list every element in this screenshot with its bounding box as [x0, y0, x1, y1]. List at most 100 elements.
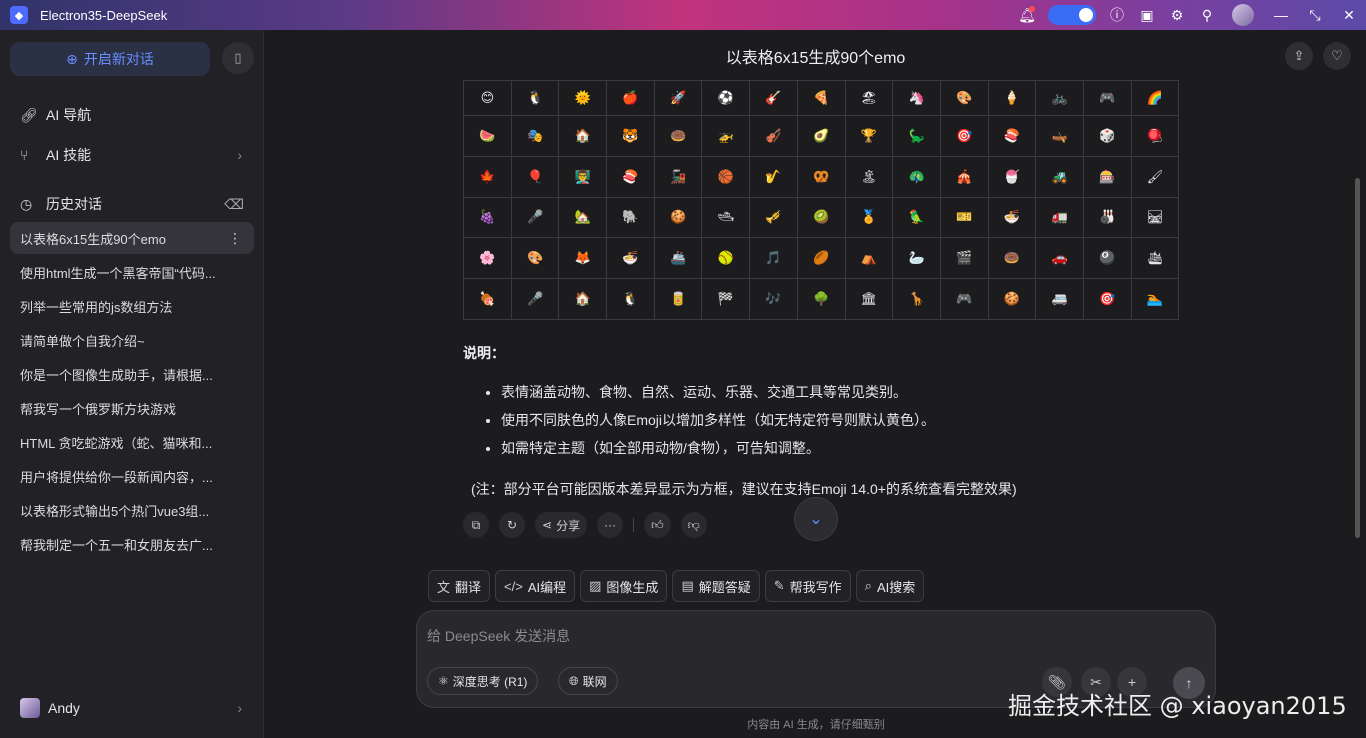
sidebar-item-ai-nav[interactable]: 🔗︎ AI 导航: [20, 103, 250, 127]
sidebar: ⊕ 开启新对话 ▯ 🔗︎ AI 导航 ⑂ AI 技能 › ◷ 历史对话 ⌫ 以表…: [0, 30, 264, 738]
history-item[interactable]: 以表格形式输出5个热门vue3组...: [10, 494, 254, 526]
history-item-label: HTML 贪吃蛇游戏（蛇、猫咪和...: [20, 435, 213, 451]
emoji-cell: 🍜: [987, 196, 1037, 239]
emoji-cell: 🎫: [939, 196, 989, 239]
emoji-cell: 🍩: [653, 115, 703, 157]
heart-icon[interactable]: ♡: [1323, 42, 1351, 70]
eraser-icon[interactable]: ⌫: [224, 196, 244, 213]
clock-icon: ◷: [20, 195, 33, 212]
emoji-cell: 🍁: [463, 155, 512, 198]
deep-think-toggle[interactable]: ⚛ 深度思考 (R1): [427, 667, 539, 695]
emoji-cell: 🥨: [796, 155, 846, 198]
emoji-cell: 🚗: [1035, 237, 1084, 280]
emoji-cell: 🎶: [749, 278, 798, 320]
sidebar-item-ai-skills[interactable]: ⑂ AI 技能 ›: [20, 143, 250, 167]
note-label: 说明：: [463, 345, 505, 361]
history-item[interactable]: 列举一些常用的js数组方法: [10, 290, 254, 322]
scroll-down-button[interactable]: ⌄: [794, 497, 838, 541]
new-chat-button[interactable]: ⊕ 开启新对话: [10, 42, 210, 76]
copy-icon[interactable]: ⧉: [463, 512, 489, 538]
history-item-label: 用户将提供给你一段新闻内容，...: [20, 469, 213, 485]
share-button[interactable]: ⋖ 分享: [535, 512, 588, 538]
tool-image-gen[interactable]: ▨ 图像生成: [580, 570, 668, 602]
emoji-cell: 🍩: [987, 237, 1037, 280]
restore-button[interactable]: ⤡: [1298, 0, 1332, 30]
emoji-cell: 🍕: [796, 80, 846, 116]
chevron-down-icon: ⌄: [809, 511, 823, 528]
bell-icon[interactable]: 🔔︎: [1012, 0, 1042, 30]
pen-icon: ✎: [773, 578, 785, 593]
emoji-cell: 🛳: [1130, 237, 1180, 280]
search-icon: ⌕: [864, 578, 872, 593]
history-item[interactable]: 用户将提供给你一段新闻内容，...: [10, 460, 254, 492]
emoji-cell: 🎺: [749, 196, 798, 239]
share-alt-icon: ⋖: [542, 518, 553, 532]
emoji-cell: 🎷: [749, 155, 798, 198]
emoji-cell: 🎤: [510, 196, 560, 239]
message-input[interactable]: [427, 625, 1127, 647]
thumbs-up-icon[interactable]: 👍︎: [644, 512, 671, 538]
new-chat-icon: ⊕: [66, 50, 78, 67]
thumbs-down-icon[interactable]: 👎︎: [680, 512, 707, 538]
emoji-cell: 🎪: [939, 155, 989, 198]
translate-icon: 文: [437, 579, 451, 595]
tool-translate[interactable]: 文翻译: [428, 570, 491, 602]
more-vertical-icon[interactable]: ⋮: [228, 230, 242, 247]
window-title: Electron35-DeepSeek: [40, 7, 168, 23]
scrollbar[interactable]: [1355, 178, 1360, 538]
history-item[interactable]: 你是一个图像生成助手，请根据...: [10, 358, 254, 390]
tool-writing[interactable]: ✎ 帮我写作: [764, 570, 851, 602]
table-row: 🍖 🎤 🏠 🐧 🥫 🏁 🎶 🌳 🏛 🦒 🎮 🍪 🚐 🎯 🏊: [463, 278, 1180, 320]
history-item[interactable]: 请简单做个自我介绍~: [10, 324, 254, 356]
link-icon: 🔗︎: [20, 106, 38, 123]
close-button[interactable]: ✕: [1332, 0, 1366, 30]
share-label: 分享: [556, 518, 581, 533]
emoji-cell: 🍜: [606, 237, 655, 280]
tool-ai-search[interactable]: ⌕ AI搜索: [855, 570, 925, 602]
share-icon[interactable]: ⇪: [1285, 42, 1313, 70]
minimize-button[interactable]: —: [1264, 0, 1298, 30]
emoji-cell: 🐧: [510, 80, 560, 116]
emoji-cell: 🍪: [653, 196, 703, 239]
emoji-cell: 🍦: [987, 80, 1037, 116]
user-profile[interactable]: Andy ›: [20, 696, 250, 720]
emoji-cell: 🏖: [844, 80, 894, 116]
more-icon[interactable]: ···: [597, 512, 624, 538]
web-search-toggle[interactable]: 🌐︎ 联网: [558, 667, 618, 695]
emoji-cell: 🏠: [558, 278, 608, 320]
emoji-cell: ⛺: [844, 237, 894, 280]
emoji-cell: 🦜: [892, 196, 941, 239]
tool-problem-solving[interactable]: ▤ 解题答疑: [672, 570, 760, 602]
history-item[interactable]: HTML 贪吃蛇游戏（蛇、猫咪和...: [10, 426, 254, 458]
user-name: Andy: [48, 700, 80, 716]
emoji-cell: 🌳: [796, 278, 846, 320]
emoji-cell: 🥎: [701, 237, 751, 280]
history-item[interactable]: 使用html生成一个黑客帝国“代码...: [10, 256, 254, 288]
theme-toggle-knob: [1079, 8, 1093, 22]
code-icon: </>: [504, 578, 523, 594]
emoji-cell: 🍣: [606, 155, 655, 198]
history-item[interactable]: 帮我制定一个五一和女朋友去广...: [10, 528, 254, 560]
emoji-cell: 🎨: [510, 237, 560, 280]
theme-toggle[interactable]: [1048, 5, 1096, 25]
collapse-sidebar-button[interactable]: ▯: [222, 42, 254, 74]
shirt-icon[interactable]: ▣: [1132, 0, 1162, 30]
regenerate-icon[interactable]: ↻: [499, 512, 525, 538]
user-avatar: [20, 698, 40, 718]
info-icon[interactable]: ⓘ: [1102, 0, 1132, 30]
tool-label: 图像生成: [606, 579, 659, 595]
pin-icon[interactable]: ⚲: [1192, 0, 1222, 30]
chat-main: 以表格6x15生成90个emo ⇪ ♡ 😊 🐧 🌞 🍎 🚀 ⚽ 🎸 🍕 🏖 🦄 🎨 🍦 🚲 🎮 🌈 🍉 🎭 🏠 🐯 🍩…: [265, 30, 1366, 738]
emoji-cell: 🎳: [1082, 196, 1132, 239]
emoji-cell: 🍉: [463, 115, 512, 157]
gear-icon[interactable]: ⚙: [1162, 0, 1192, 30]
tool-ai-coding[interactable]: </> AI编程: [495, 570, 576, 602]
emoji-cell: 🍪: [987, 278, 1037, 320]
history-item[interactable]: 以表格6x15生成90个emo ⋮: [10, 222, 254, 254]
emoji-cell: 🪀: [1130, 115, 1180, 157]
emoji-cell: 🦢: [892, 237, 941, 280]
history-item[interactable]: 帮我写一个俄罗斯方块游戏: [10, 392, 254, 424]
emoji-cell: 🦄: [892, 80, 941, 116]
emoji-cell: 🏁: [701, 278, 751, 320]
avatar[interactable]: [1232, 4, 1254, 26]
